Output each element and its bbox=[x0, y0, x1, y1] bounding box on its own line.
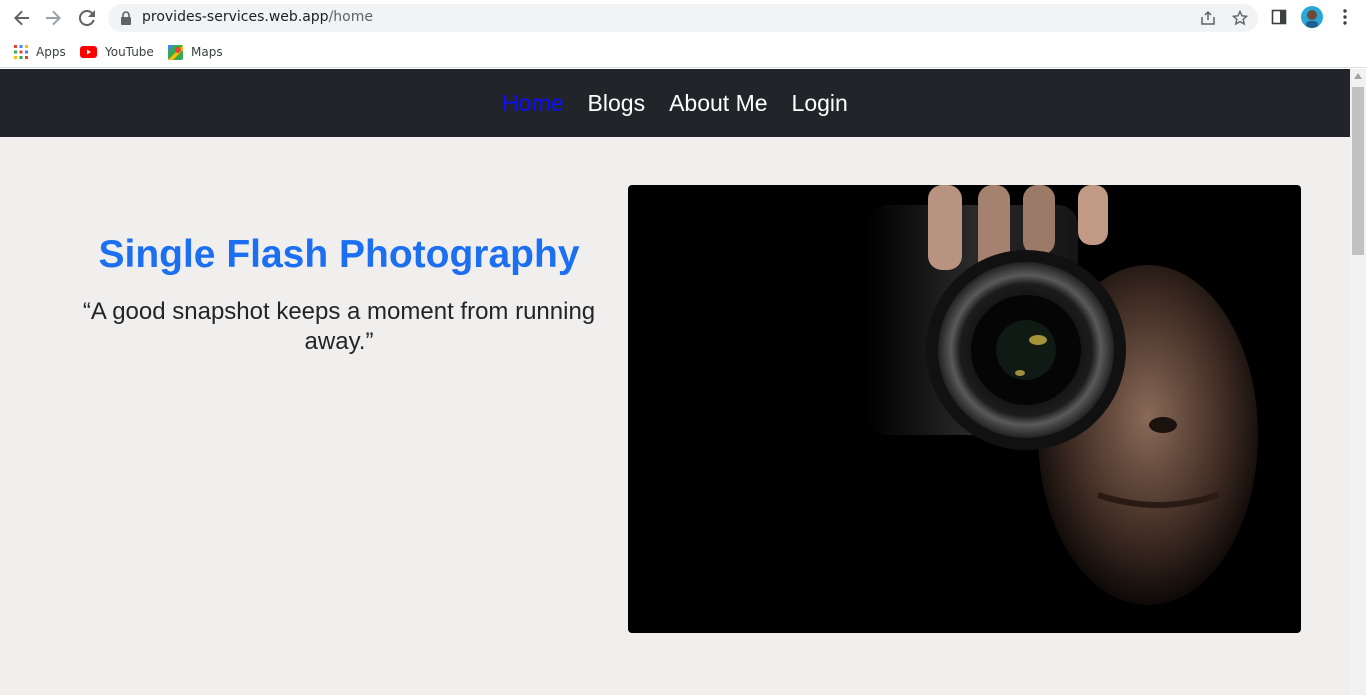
reload-button[interactable] bbox=[76, 7, 98, 29]
apps-grid-icon bbox=[14, 45, 28, 59]
page-scrollbar[interactable] bbox=[1350, 69, 1366, 695]
back-button[interactable] bbox=[11, 7, 33, 29]
avatar-icon bbox=[1306, 10, 1318, 28]
more-vert-icon bbox=[1343, 9, 1347, 25]
profile-avatar[interactable] bbox=[1301, 6, 1323, 28]
bookmark-apps[interactable]: Apps bbox=[14, 42, 66, 62]
url-domain: provides-services.web.app bbox=[142, 9, 329, 25]
arrow-right-icon bbox=[46, 10, 61, 26]
reload-icon bbox=[78, 9, 95, 26]
photographer-with-camera-image bbox=[628, 185, 1301, 633]
bookmark-label: Maps bbox=[191, 45, 223, 59]
share-icon[interactable] bbox=[1200, 10, 1216, 26]
bookmark-youtube[interactable]: YouTube bbox=[80, 42, 154, 62]
youtube-icon bbox=[80, 46, 97, 58]
nav-link-blogs[interactable]: Blogs bbox=[588, 90, 646, 117]
bookmark-label: YouTube bbox=[105, 45, 154, 59]
photo-illustration bbox=[868, 185, 1258, 605]
maps-icon bbox=[168, 44, 183, 60]
scrollbar-thumb[interactable] bbox=[1352, 87, 1364, 255]
side-panel-icon bbox=[1271, 9, 1287, 25]
star-icon[interactable] bbox=[1232, 10, 1248, 26]
menu-button[interactable] bbox=[1335, 7, 1355, 27]
lock-icon bbox=[121, 11, 131, 25]
side-panel-button[interactable] bbox=[1269, 7, 1289, 27]
hero-quote: “A good snapshot keeps a moment from run… bbox=[82, 298, 596, 355]
hero-title: Single Flash Photography bbox=[98, 233, 580, 276]
url-path: /home bbox=[328, 9, 373, 25]
nav-link-home[interactable]: Home bbox=[502, 90, 563, 117]
nav-link-about-me[interactable]: About Me bbox=[669, 90, 767, 117]
address-bar[interactable]: provides-services.web.app/home bbox=[108, 4, 1258, 32]
forward-button[interactable] bbox=[42, 7, 64, 29]
bookmarks-bar: Apps YouTube Maps bbox=[0, 36, 1366, 68]
arrow-left-icon bbox=[14, 10, 29, 26]
bookmark-label: Apps bbox=[36, 45, 66, 59]
site-navbar: Home Blogs About Me Login bbox=[0, 69, 1350, 137]
browser-toolbar: provides-services.web.app/home bbox=[0, 0, 1366, 36]
page-viewport: Home Blogs About Me Login Single Flash P… bbox=[0, 69, 1350, 695]
url-text: provides-services.web.app/home bbox=[142, 9, 373, 25]
nav-link-login[interactable]: Login bbox=[792, 90, 848, 117]
bookmark-maps[interactable]: Maps bbox=[168, 42, 223, 62]
scroll-up-icon[interactable] bbox=[1354, 73, 1362, 79]
